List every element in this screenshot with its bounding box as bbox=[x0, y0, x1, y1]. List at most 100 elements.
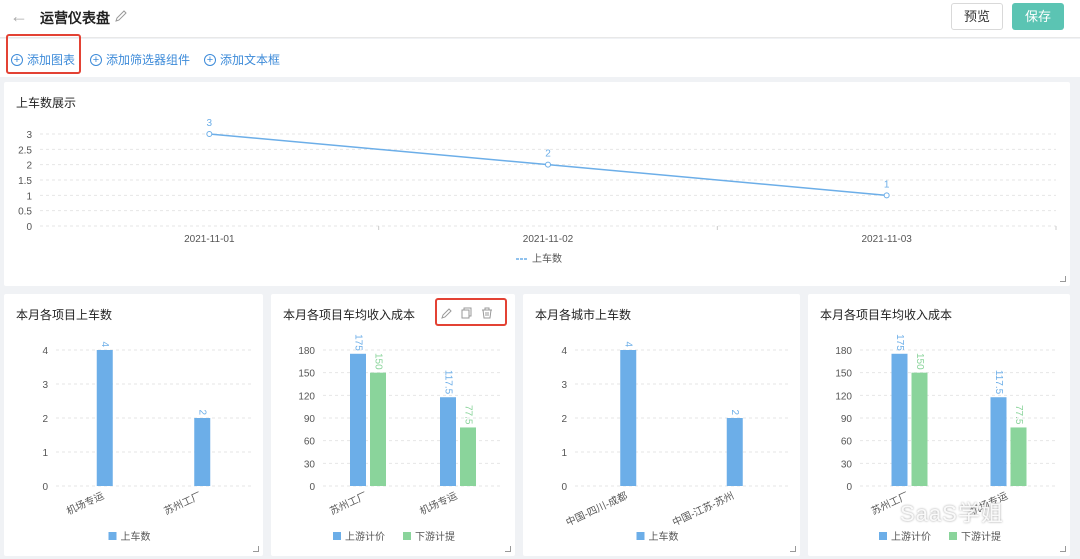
data-label: 1 bbox=[884, 179, 890, 190]
legend-swatch bbox=[879, 532, 887, 540]
x-tick-label: 机场专运 bbox=[64, 489, 106, 518]
data-label: 2 bbox=[545, 149, 551, 160]
bar bbox=[620, 350, 637, 486]
bar-chart: 0 30 60 90 120 150 180 175 150 苏州工厂 117.5 77.5 机场专运上… bbox=[298, 334, 503, 543]
add-textbox-label: 添加文本框 bbox=[220, 53, 281, 67]
legend-label: 上车数 bbox=[649, 530, 679, 543]
bar-chart-card-2: 本月各项目车均收入成本 0 30 60 90 120 150 180 175 150 苏州工厂 11… bbox=[271, 294, 515, 556]
add-textbox-button[interactable]: + 添加文本框 bbox=[204, 51, 280, 68]
y-tick-label: 90 bbox=[841, 414, 853, 425]
bar bbox=[370, 372, 386, 486]
y-tick-label: 0.5 bbox=[18, 207, 32, 218]
y-tick-label: 3 bbox=[42, 380, 48, 391]
data-point bbox=[206, 131, 213, 137]
highlight-box-add-chart bbox=[6, 34, 81, 74]
y-tick-label: 0 bbox=[26, 222, 32, 233]
highlight-box-card-actions bbox=[435, 298, 507, 326]
bar bbox=[440, 397, 456, 486]
resize-handle[interactable] bbox=[790, 546, 796, 552]
y-tick-label: 150 bbox=[835, 369, 852, 380]
x-tick-label: 苏州工厂 bbox=[162, 489, 204, 518]
x-tick-label: 2021-11-01 bbox=[184, 234, 235, 245]
legend-label: 上游计价 bbox=[345, 530, 385, 543]
legend-label: 下游计提 bbox=[415, 530, 455, 543]
data-point bbox=[545, 161, 551, 168]
data-label: 175 bbox=[894, 334, 905, 351]
bar bbox=[460, 427, 476, 486]
y-tick-label: 0 bbox=[309, 482, 315, 493]
bar bbox=[194, 418, 211, 486]
x-tick-label: 苏州工厂 bbox=[328, 489, 370, 518]
y-tick-label: 30 bbox=[841, 459, 853, 470]
data-label: 117.5 bbox=[442, 370, 453, 395]
y-tick-label: 180 bbox=[835, 346, 852, 357]
page-title: 运营仪表盘 bbox=[40, 10, 110, 26]
bar bbox=[1010, 427, 1027, 486]
x-tick-label: 2021-11-03 bbox=[861, 234, 912, 245]
bar-chart: 0 1 2 3 4 4 中国-四川-成都 2 中国-江苏-苏州上车数 bbox=[561, 341, 788, 543]
y-tick-label: 2 bbox=[26, 161, 32, 172]
resize-handle[interactable] bbox=[1060, 546, 1066, 552]
legend-label: 上游计价 bbox=[891, 530, 931, 543]
data-label: 175 bbox=[352, 334, 363, 351]
bar-chart: 0 1 2 3 4 4 机场专运 2 苏州工厂上车数 bbox=[42, 341, 251, 543]
y-tick-label: 180 bbox=[298, 346, 315, 357]
resize-handle[interactable] bbox=[1060, 276, 1066, 282]
add-filter-button[interactable]: + 添加筛选器组件 bbox=[90, 51, 190, 68]
data-label: 2 bbox=[197, 409, 208, 415]
y-tick-label: 1 bbox=[42, 448, 48, 459]
x-tick-label: 中国-江苏-苏州 bbox=[670, 489, 736, 529]
legend-label: 上车数 bbox=[121, 530, 151, 543]
y-tick-label: 90 bbox=[304, 414, 316, 425]
data-label: 150 bbox=[914, 353, 925, 370]
line-chart-card: 上车数展示 0 0.5 1 1.5 2 2.5 3 2021-11-01 2021-11-02 2… bbox=[4, 82, 1070, 286]
save-button[interactable]: 保存 bbox=[1012, 3, 1064, 30]
bar-chart-card-3: 本月各城市上车数 0 1 2 3 4 4 中国-四川-成都 2 中国-江苏-苏州 上车数 bbox=[523, 294, 800, 556]
y-tick-label: 1.5 bbox=[18, 176, 32, 187]
legend-swatch bbox=[949, 532, 957, 540]
y-tick-label: 150 bbox=[298, 369, 315, 380]
watermark: SaaS学姐 bbox=[900, 501, 1004, 526]
bar bbox=[891, 353, 908, 486]
data-label: 4 bbox=[623, 341, 634, 347]
resize-handle[interactable] bbox=[505, 546, 511, 552]
data-label: 3 bbox=[207, 118, 213, 129]
y-tick-label: 120 bbox=[835, 391, 852, 402]
legend-swatch bbox=[333, 532, 341, 540]
y-tick-label: 3 bbox=[26, 130, 32, 141]
y-tick-label: 2.5 bbox=[18, 145, 32, 156]
legend-label: 下游计提 bbox=[961, 530, 1001, 543]
x-tick-label: 2021-11-02 bbox=[523, 234, 574, 245]
data-label: 77.5 bbox=[462, 405, 473, 425]
y-tick-label: 2 bbox=[561, 414, 567, 425]
legend-label: 上车数 bbox=[532, 252, 562, 265]
bar bbox=[350, 353, 366, 486]
bar bbox=[726, 418, 743, 486]
legend-swatch bbox=[108, 532, 117, 540]
add-filter-label: 添加筛选器组件 bbox=[106, 53, 191, 67]
bar bbox=[911, 372, 928, 486]
bar bbox=[96, 350, 113, 486]
data-label: 2 bbox=[729, 409, 740, 415]
preview-button[interactable]: 预览 bbox=[951, 3, 1003, 30]
plus-circle-icon: + bbox=[90, 53, 102, 66]
y-tick-label: 1 bbox=[561, 448, 567, 459]
line-chart: 0 0.5 1 1.5 2 2.5 3 2021-11-01 2021-11-02 2021-11… bbox=[18, 118, 1057, 265]
back-arrow-icon[interactable]: ← bbox=[10, 7, 28, 25]
y-tick-label: 30 bbox=[304, 459, 316, 470]
bar-chart-card-1: 本月各项目上车数 0 1 2 3 4 4 机场专运 2 苏州工厂 上车数 bbox=[4, 294, 263, 556]
resize-handle[interactable] bbox=[253, 546, 259, 552]
y-tick-label: 2 bbox=[42, 414, 48, 425]
legend-swatch bbox=[636, 532, 645, 540]
data-label: 4 bbox=[99, 341, 110, 347]
edit-pencil-icon[interactable] bbox=[114, 9, 128, 23]
data-label: 150 bbox=[372, 353, 383, 370]
x-tick-label: 中国-四川-成都 bbox=[564, 489, 630, 529]
y-tick-label: 60 bbox=[304, 437, 316, 448]
bar bbox=[990, 397, 1007, 486]
plus-circle-icon: + bbox=[204, 53, 216, 66]
y-tick-label: 120 bbox=[298, 391, 315, 402]
y-tick-label: 3 bbox=[561, 380, 567, 391]
y-tick-label: 4 bbox=[561, 346, 567, 357]
y-tick-label: 4 bbox=[42, 346, 48, 357]
